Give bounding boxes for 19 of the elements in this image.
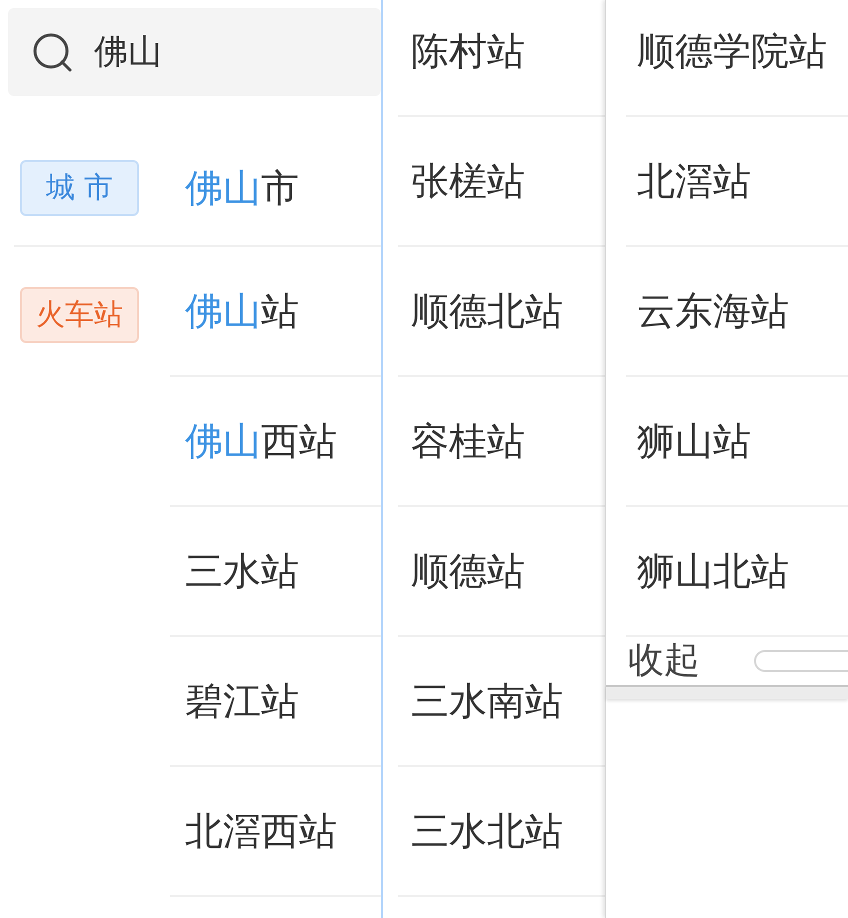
station-item[interactable]: 云东海站 (626, 247, 848, 377)
station-item[interactable]: 张槎站 (398, 117, 605, 247)
search-field[interactable]: 佛山 (8, 8, 381, 96)
category-badge: 火车站 (20, 287, 139, 343)
search-result[interactable]: 佛山市 (170, 168, 299, 206)
category-badge: 城 市 (20, 160, 139, 216)
station-item[interactable]: 狮山站 (626, 377, 848, 507)
search-icon (32, 32, 72, 72)
station-item[interactable]: 顺德北站 (398, 247, 605, 377)
station-item[interactable]: 三水南站 (398, 637, 605, 767)
station-item[interactable]: 陈村站 (398, 0, 605, 117)
input-field[interactable] (754, 650, 848, 672)
station-item[interactable]: 三水北站 (398, 767, 605, 897)
station-item[interactable]: 容桂站 (398, 377, 605, 507)
station-item[interactable]: 顺德学院站 (626, 0, 848, 117)
station-item[interactable]: 北滘站 (626, 117, 848, 247)
collapse-button[interactable]: 收起 (628, 643, 700, 679)
station-item[interactable]: 顺德站 (398, 507, 605, 637)
station-item[interactable]: 狮山北站 (626, 507, 848, 637)
